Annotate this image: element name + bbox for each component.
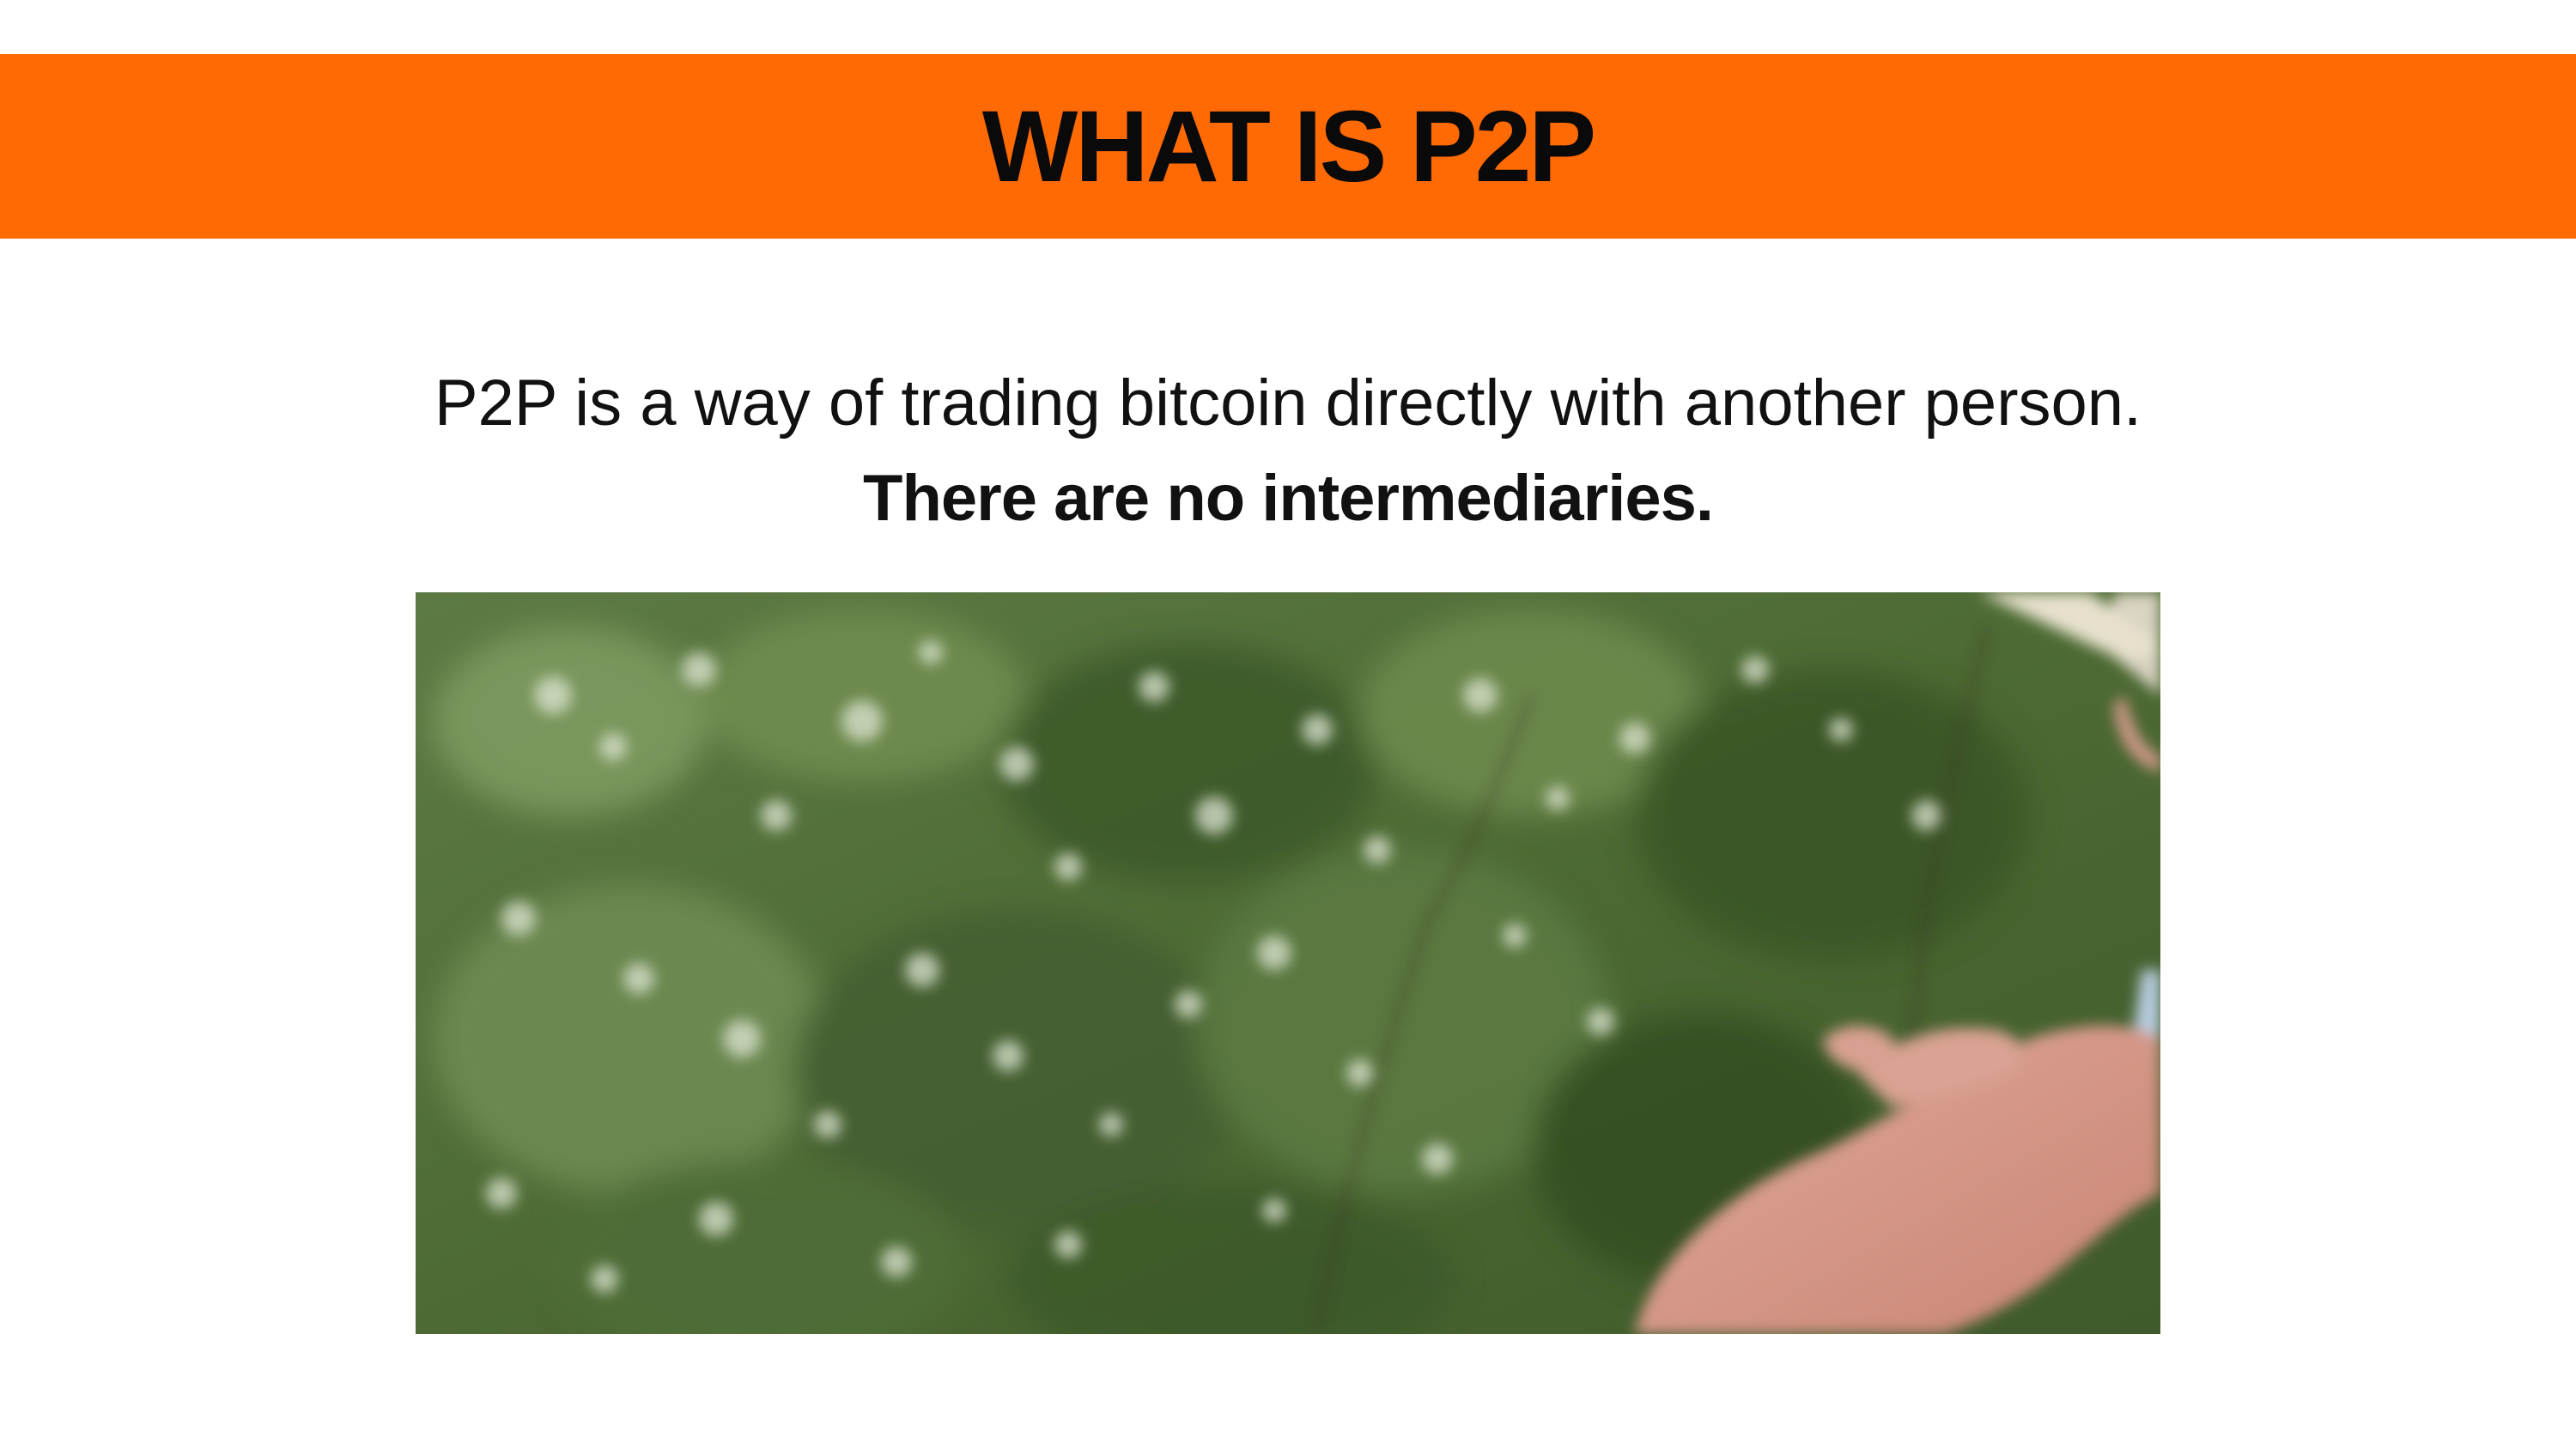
- title-banner: WHAT IS P2P: [0, 54, 2576, 239]
- page-title: WHAT IS P2P: [981, 89, 1596, 203]
- intro-emphasis: There are no intermediaries.: [863, 462, 1714, 535]
- intro-text: P2P is a way of trading bitcoin directly…: [434, 367, 2142, 440]
- illustration-image: [416, 592, 2160, 1334]
- photo-hands-exchanging-cash-icon: [416, 592, 2160, 1334]
